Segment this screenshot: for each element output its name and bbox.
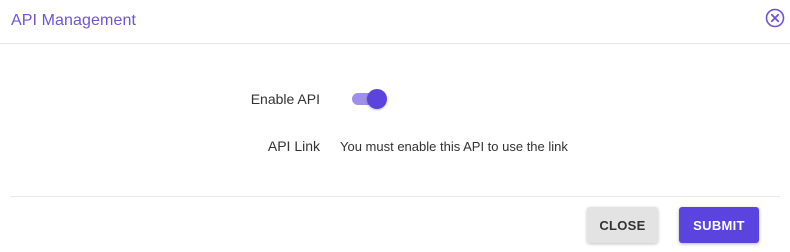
- submit-button[interactable]: SUBMIT: [679, 207, 759, 243]
- enable-api-toggle[interactable]: [352, 88, 388, 110]
- enable-api-label: Enable API: [250, 91, 320, 107]
- close-circle-icon[interactable]: [765, 8, 785, 28]
- close-button[interactable]: CLOSE: [587, 207, 658, 243]
- dialog-header: API Management: [0, 0, 790, 44]
- footer-divider: [10, 196, 780, 197]
- api-management-dialog: API Management Enable API API Link You m…: [0, 0, 790, 252]
- dialog-title: API Management: [11, 12, 137, 29]
- api-link-label: API Link: [267, 138, 320, 154]
- api-link-value: You must enable this API to use the link: [340, 139, 568, 154]
- toggle-knob: [367, 89, 387, 109]
